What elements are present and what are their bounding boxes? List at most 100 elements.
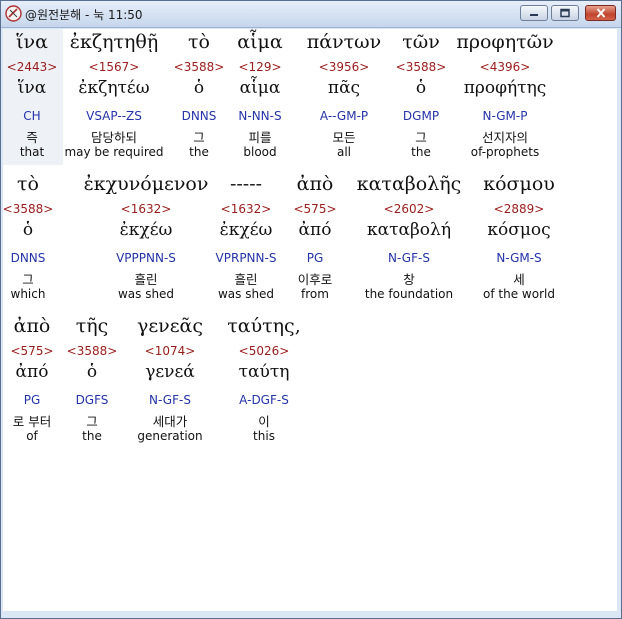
- window-title: @원전분해 - 눅 11:50: [25, 8, 143, 22]
- strongs-number[interactable]: <3588>: [396, 60, 447, 74]
- korean-gloss: 그: [193, 130, 205, 145]
- strongs-number[interactable]: <1632>: [121, 202, 172, 216]
- strongs-number[interactable]: <2889>: [494, 202, 545, 216]
- lemma-word: ἐκζητέω: [78, 78, 150, 98]
- parsing-code: PG: [23, 393, 41, 407]
- greek-word[interactable]: τῶν: [402, 31, 440, 53]
- strongs-number[interactable]: <575>: [10, 344, 53, 358]
- english-gloss: blood: [243, 145, 277, 159]
- english-gloss: may be required: [64, 145, 164, 159]
- greek-word[interactable]: ἵνα: [16, 31, 48, 53]
- parsing-code: N-NN-S: [238, 109, 282, 123]
- title-bar[interactable]: @원전분해 - 눅 11:50: [1, 1, 621, 28]
- english-gloss: this: [253, 429, 275, 443]
- korean-gloss: 로 부터: [12, 414, 52, 429]
- english-gloss: all: [336, 145, 352, 159]
- lemma-word: ἵνα: [17, 78, 47, 98]
- strongs-number[interactable]: <3956>: [319, 60, 370, 74]
- parsing-code: N-GM-P: [482, 109, 528, 123]
- korean-gloss: 창: [403, 272, 415, 287]
- korean-gloss: 그: [415, 130, 427, 145]
- korean-gloss: 흘린: [134, 272, 158, 287]
- parsing-code: DGFS: [75, 393, 109, 407]
- greek-word[interactable]: γενεᾶς: [137, 315, 203, 337]
- parsing-code: A-DGF-S: [239, 393, 289, 407]
- lemma-word: ἐκχέω: [119, 220, 173, 240]
- strongs-number[interactable]: <1074>: [145, 344, 196, 358]
- greek-word[interactable]: ἐκζητηθῇ: [70, 31, 158, 53]
- english-gloss: the foundation: [364, 287, 454, 301]
- parsing-code: VSAP--ZS: [86, 109, 142, 123]
- korean-gloss: 세대가: [152, 414, 188, 429]
- strongs-number[interactable]: <575>: [293, 202, 336, 216]
- strongs-number[interactable]: <3588>: [174, 60, 225, 74]
- parsing-code: CH: [23, 109, 41, 123]
- greek-word[interactable]: -----: [230, 173, 262, 195]
- bible-app-icon: [5, 5, 22, 22]
- english-gloss: that: [19, 145, 45, 159]
- parsing-code: VPRPNN-S: [215, 251, 277, 265]
- greek-word[interactable]: ταύτης,: [227, 315, 300, 337]
- lemma-word: ταύτη: [238, 362, 290, 382]
- greek-word[interactable]: πάντων: [307, 31, 381, 53]
- parsing-code: N-GF-S: [149, 393, 191, 407]
- lemma-word: ὁ: [415, 78, 427, 98]
- lemma-word: πᾶς: [327, 78, 361, 98]
- parsing-code: VPPPNN-S: [116, 251, 176, 265]
- greek-word[interactable]: κόσμου: [483, 173, 555, 195]
- parsing-code: DNNS: [181, 109, 217, 123]
- english-gloss: the: [411, 145, 431, 159]
- maximize-icon: [560, 8, 570, 18]
- english-gloss: of: [26, 429, 38, 443]
- greek-word[interactable]: προφητῶν: [456, 31, 553, 53]
- english-gloss: of-prophets: [470, 145, 540, 159]
- greek-word[interactable]: ἀπὸ: [297, 173, 334, 195]
- strongs-number[interactable]: <3588>: [3, 202, 53, 216]
- lemma-word: ἀπό: [298, 220, 332, 240]
- minimize-button[interactable]: [520, 5, 548, 21]
- english-gloss: generation: [137, 429, 203, 443]
- korean-gloss: 모든: [332, 130, 356, 145]
- strongs-number[interactable]: <1632>: [221, 202, 272, 216]
- close-icon: [596, 8, 605, 18]
- english-gloss: which: [10, 287, 46, 301]
- parsing-code: PG: [306, 251, 324, 265]
- strongs-number[interactable]: <1567>: [89, 60, 140, 74]
- lemma-word: ἐκχέω: [219, 220, 273, 240]
- greek-word[interactable]: ἐκχυνόμενον: [84, 173, 209, 195]
- lemma-word: προφήτης: [463, 78, 547, 98]
- korean-gloss: 그: [86, 414, 98, 429]
- parsing-code: N-GM-S: [496, 251, 542, 265]
- english-gloss: was shed: [117, 287, 175, 301]
- greek-word[interactable]: καταβολῆς: [357, 173, 462, 195]
- interlinear-view[interactable]: ἵνα <2443> ἵνα CH 즉 that ἐκζητηθῇ <1567> ἐκζητέω…: [3, 29, 617, 611]
- parsing-code: N-GF-S: [388, 251, 430, 265]
- korean-gloss: 그: [22, 272, 34, 287]
- strongs-number[interactable]: <129>: [238, 60, 281, 74]
- strongs-number[interactable]: <5026>: [239, 344, 290, 358]
- greek-word[interactable]: τὸ: [17, 173, 39, 195]
- lemma-word: ἀπό: [15, 362, 49, 382]
- strongs-number[interactable]: <3588>: [67, 344, 118, 358]
- lemma-word: καταβολή: [366, 220, 452, 240]
- korean-gloss: 피를: [248, 130, 272, 145]
- korean-gloss: 즉: [26, 130, 38, 145]
- close-button[interactable]: [585, 5, 616, 21]
- lemma-word: ὁ: [86, 362, 98, 382]
- korean-gloss: 담당하되: [90, 130, 138, 145]
- parsing-code: DNNS: [10, 251, 46, 265]
- korean-gloss: 세: [513, 272, 525, 287]
- english-gloss: from: [301, 287, 329, 301]
- strongs-number[interactable]: <2602>: [384, 202, 435, 216]
- lemma-word: γενεά: [145, 362, 195, 382]
- greek-word[interactable]: τὸ: [188, 31, 210, 53]
- maximize-button[interactable]: [551, 5, 579, 21]
- greek-word[interactable]: αἷμα: [237, 31, 282, 53]
- greek-word[interactable]: ἀπὸ: [14, 315, 51, 337]
- strongs-number[interactable]: <4396>: [480, 60, 531, 74]
- lemma-word: αἷμα: [239, 78, 281, 98]
- greek-word[interactable]: τῆς: [76, 315, 109, 337]
- lemma-word: κόσμος: [487, 220, 551, 240]
- strongs-number[interactable]: <2443>: [7, 60, 58, 74]
- korean-gloss: 이: [258, 414, 270, 429]
